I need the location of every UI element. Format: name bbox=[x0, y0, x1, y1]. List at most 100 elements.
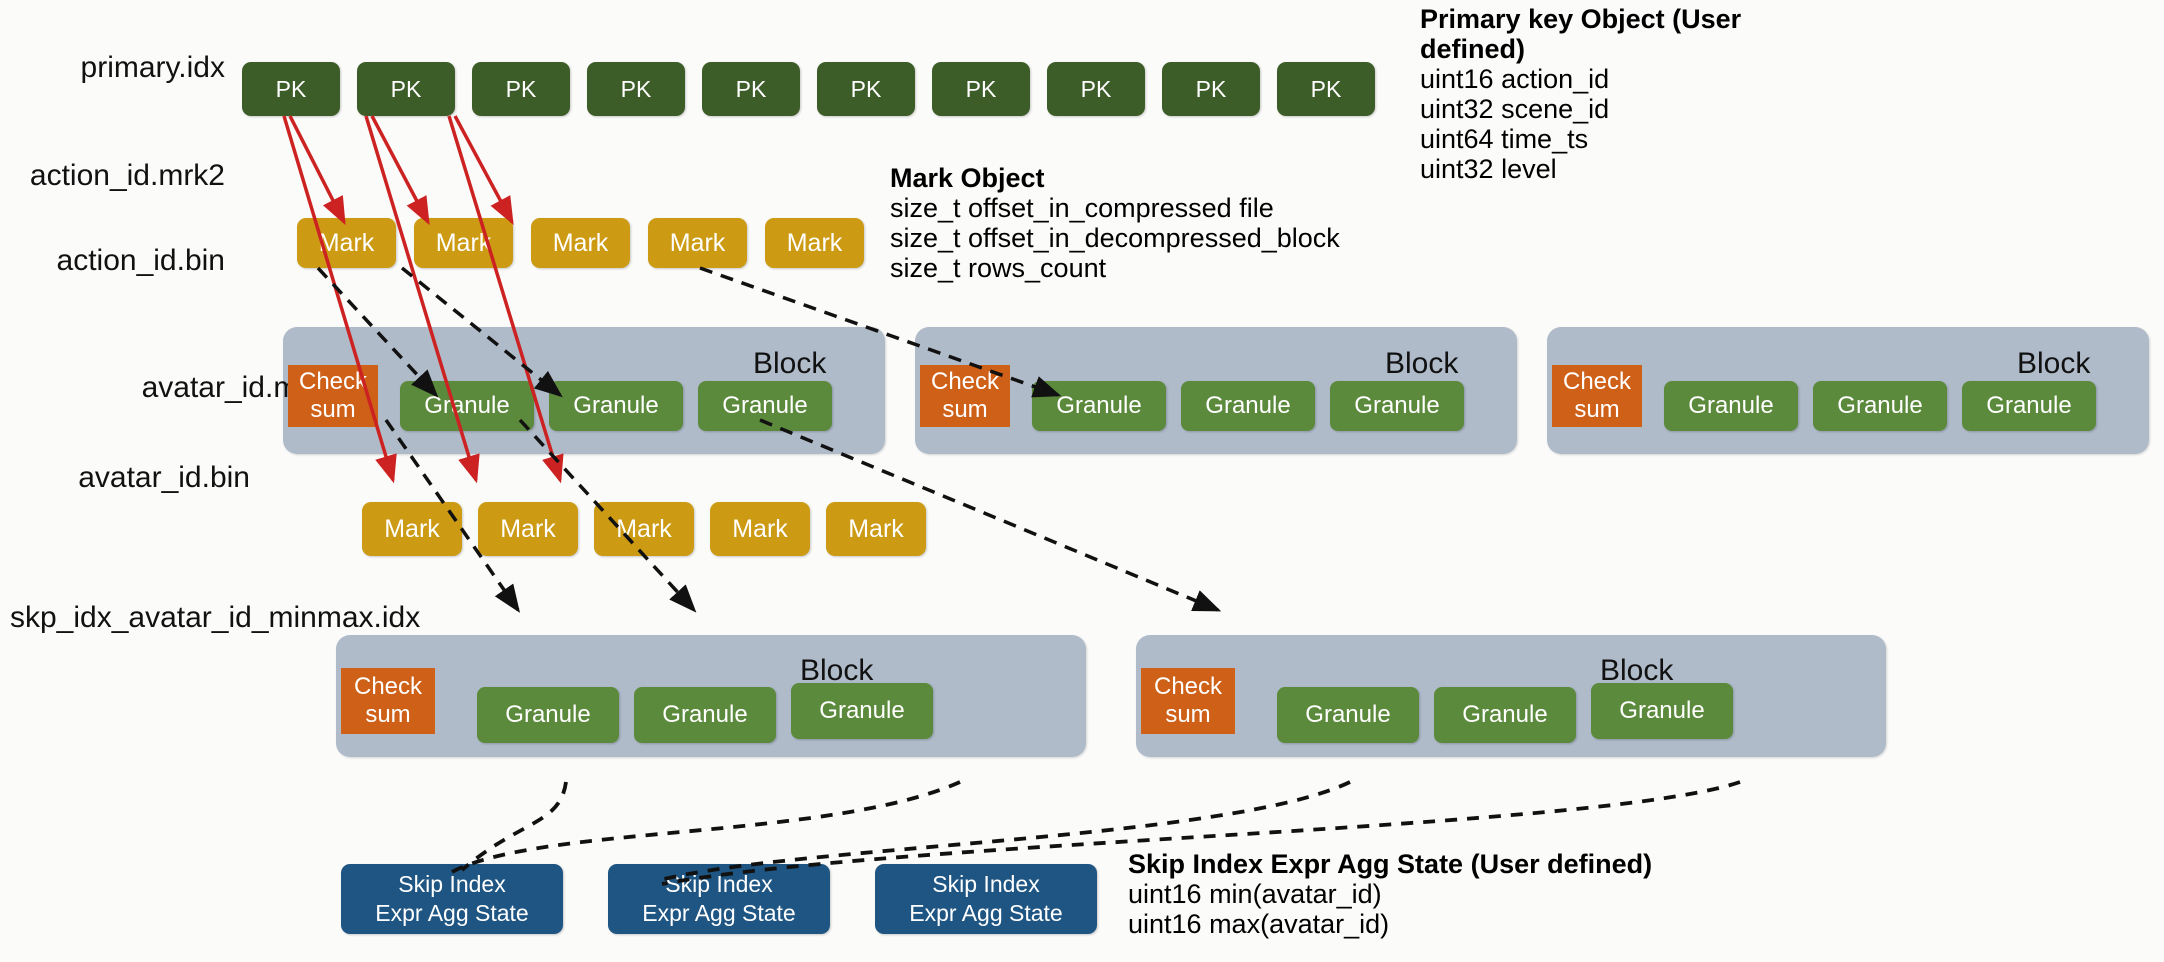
checksum-line: sum bbox=[942, 396, 988, 423]
granule-label: Granule bbox=[1619, 697, 1705, 724]
mark-cell[interactable]: Mark bbox=[765, 218, 864, 268]
row-label-action-id-bin: action_id.bin bbox=[56, 244, 225, 277]
note-mark-object: Mark Object size_t offset_in_compressed … bbox=[890, 163, 1340, 283]
granule-cell[interactable]: Granule bbox=[1032, 381, 1166, 431]
connector-layer bbox=[282, 115, 1741, 886]
mark-label: Mark bbox=[848, 514, 904, 543]
mark-cell[interactable]: Mark bbox=[710, 502, 810, 556]
skip-index-cell[interactable]: Skip Index Expr Agg State bbox=[875, 864, 1097, 934]
granule-cell[interactable]: Granule bbox=[1591, 683, 1733, 739]
mark-label: Mark bbox=[552, 228, 609, 257]
mark-cell[interactable]: Mark bbox=[648, 218, 747, 268]
granule-label: Granule bbox=[1305, 701, 1391, 728]
pk-label: PK bbox=[1310, 75, 1342, 102]
note-line: size_t offset_in_compressed file bbox=[890, 193, 1274, 223]
note-skip-index-object: Skip Index Expr Agg State (User defined)… bbox=[1128, 849, 1652, 939]
mark-cell[interactable]: Mark bbox=[414, 218, 513, 268]
mark-cell[interactable]: Mark bbox=[594, 502, 694, 556]
skip-index-line: Expr Agg State bbox=[909, 900, 1063, 926]
granule-cell[interactable]: Granule bbox=[1813, 381, 1947, 431]
checksum-line: Check bbox=[353, 673, 423, 700]
granule-cell[interactable]: Granule bbox=[400, 381, 534, 431]
skip-index-line: Skip Index bbox=[665, 871, 773, 897]
granule-cell[interactable]: Granule bbox=[549, 381, 683, 431]
pk-to-mark-arrows bbox=[288, 115, 514, 226]
skip-index-line: Expr Agg State bbox=[375, 900, 529, 926]
granule-cell[interactable]: Granule bbox=[1277, 687, 1419, 743]
note-primary-key-object: Primary key Object (User defined) uint16… bbox=[1420, 4, 1820, 184]
pk-label: PK bbox=[275, 75, 307, 102]
mark-label: Mark bbox=[616, 514, 672, 543]
granule-label: Granule bbox=[573, 392, 659, 419]
pk-label: PK bbox=[620, 75, 652, 102]
note-line: uint16 max(avatar_id) bbox=[1128, 909, 1390, 939]
mark-cell[interactable]: Mark bbox=[478, 502, 578, 556]
granule-label: Granule bbox=[1056, 392, 1142, 419]
note-line: uint16 action_id bbox=[1420, 64, 1610, 94]
diagram-canvas: primary.idx action_id.mrk2 action_id.bin… bbox=[0, 0, 2164, 962]
pk-cell[interactable]: PK bbox=[702, 62, 800, 116]
checksum-cell[interactable]: Check sum bbox=[1141, 668, 1235, 734]
checksum-line: Check bbox=[1153, 673, 1223, 700]
pk-cell[interactable]: PK bbox=[1162, 62, 1260, 116]
checksum-cell[interactable]: Check sum bbox=[920, 365, 1010, 427]
pk-label: PK bbox=[850, 75, 882, 102]
granule-label: Granule bbox=[819, 697, 905, 724]
pk-label: PK bbox=[1080, 75, 1112, 102]
mark-cell[interactable]: Mark bbox=[826, 502, 926, 556]
note-title: Skip Index Expr Agg State (User defined) bbox=[1128, 849, 1653, 879]
pk-cell[interactable]: PK bbox=[472, 62, 570, 116]
pk-cell[interactable]: PK bbox=[242, 62, 340, 116]
skip-index-line: Skip Index bbox=[932, 871, 1040, 897]
granule-cell[interactable]: Granule bbox=[634, 687, 776, 743]
pk-cell[interactable]: PK bbox=[587, 62, 685, 116]
granule-cell[interactable]: Granule bbox=[791, 683, 933, 739]
granule-cell[interactable]: Granule bbox=[1664, 381, 1798, 431]
pk-cell[interactable]: PK bbox=[932, 62, 1030, 116]
pk-label: PK bbox=[390, 75, 422, 102]
skip-index-line: Expr Agg State bbox=[642, 900, 796, 926]
checksum-cell[interactable]: Check sum bbox=[1552, 365, 1642, 427]
granule-label: Granule bbox=[1688, 392, 1774, 419]
block-title: Block bbox=[753, 347, 827, 380]
mark-label: Mark bbox=[435, 228, 492, 257]
granule-cell[interactable]: Granule bbox=[1330, 381, 1464, 431]
mark-label: Mark bbox=[384, 514, 440, 543]
granule-cell[interactable]: Granule bbox=[477, 687, 619, 743]
checksum-cell[interactable]: Check sum bbox=[341, 668, 435, 734]
checksum-line: Check bbox=[298, 368, 368, 395]
block-title: Block bbox=[2017, 347, 2091, 380]
mark-label: Mark bbox=[318, 228, 375, 257]
row-label-avatar-id-bin: avatar_id.bin bbox=[78, 461, 250, 494]
granule-cell[interactable]: Granule bbox=[1962, 381, 2096, 431]
granule-label: Granule bbox=[1837, 392, 1923, 419]
note-line: uint16 min(avatar_id) bbox=[1128, 879, 1382, 909]
skip-index-cell[interactable]: Skip Index Expr Agg State bbox=[341, 864, 563, 934]
granule-label: Granule bbox=[505, 701, 591, 728]
granule-label: Granule bbox=[662, 701, 748, 728]
pk-cell[interactable]: PK bbox=[817, 62, 915, 116]
granule-cell[interactable]: Granule bbox=[1434, 687, 1576, 743]
pk-cell[interactable]: PK bbox=[357, 62, 455, 116]
mark-cell[interactable]: Mark bbox=[531, 218, 630, 268]
pk-cell[interactable]: PK bbox=[1277, 62, 1375, 116]
mark-cell[interactable]: Mark bbox=[362, 502, 462, 556]
note-line: uint64 time_ts bbox=[1420, 124, 1589, 154]
granule-label: Granule bbox=[1462, 701, 1548, 728]
checksum-line: sum bbox=[310, 396, 356, 423]
checksum-line: Check bbox=[930, 368, 1000, 395]
mark-cell[interactable]: Mark bbox=[297, 218, 396, 268]
row-label-skip-index: skp_idx_avatar_id_minmax.idx bbox=[10, 601, 421, 634]
granule-cell[interactable]: Granule bbox=[698, 381, 832, 431]
pk-cell[interactable]: PK bbox=[1047, 62, 1145, 116]
mark-label: Mark bbox=[500, 514, 556, 543]
checksum-cell[interactable]: Check sum bbox=[288, 365, 378, 427]
row-label-action-id-mrk2: action_id.mrk2 bbox=[29, 159, 225, 192]
block-title: Block bbox=[1385, 347, 1459, 380]
skip-index-cell[interactable]: Skip Index Expr Agg State bbox=[608, 864, 830, 934]
granule-label: Granule bbox=[1986, 392, 2072, 419]
note-line: size_t rows_count bbox=[890, 253, 1107, 283]
granule-label: Granule bbox=[722, 392, 808, 419]
pk-label: PK bbox=[505, 75, 537, 102]
granule-cell[interactable]: Granule bbox=[1181, 381, 1315, 431]
